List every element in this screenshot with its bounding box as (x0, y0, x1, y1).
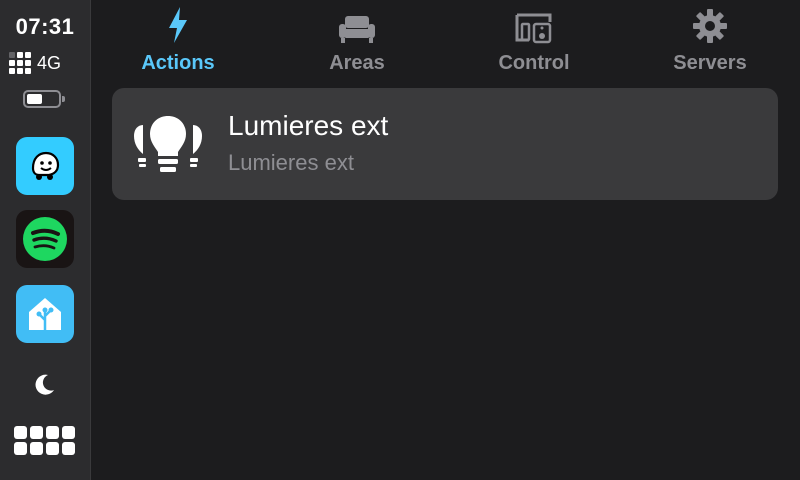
carplay-dock: 07:31 4G (0, 0, 91, 480)
tab-control[interactable]: Control (454, 0, 614, 82)
tab-servers[interactable]: Servers (630, 0, 790, 82)
action-item-lumieres-ext[interactable]: Lumieres ext Lumieres ext (112, 88, 778, 200)
tab-label: Control (498, 52, 570, 74)
tab-label: Servers (673, 52, 747, 74)
waze-app-button[interactable] (16, 137, 74, 195)
moon-icon[interactable] (31, 370, 59, 398)
tab-areas[interactable]: Areas (277, 0, 437, 82)
tab-label: Actions (141, 52, 215, 74)
sofa-icon (339, 16, 375, 43)
waze-icon (31, 151, 60, 180)
home-assistant-app-button[interactable] (16, 285, 74, 343)
action-subtitle: Lumieres ext (228, 150, 354, 175)
devices-icon (515, 13, 552, 44)
clock: 07:31 (15, 14, 75, 39)
lightning-icon (169, 7, 187, 43)
gear-icon (693, 9, 727, 43)
signal-strength-icon (9, 52, 31, 74)
action-title: Lumieres ext (228, 110, 389, 141)
lightbulb-group-icon (134, 116, 202, 172)
spotify-icon (23, 217, 67, 261)
signal-status: 4G (9, 52, 85, 74)
spotify-app-button[interactable] (16, 210, 74, 268)
tab-label: Areas (329, 52, 385, 74)
battery-icon (23, 90, 65, 108)
app-grid-icon[interactable] (14, 426, 76, 458)
tab-actions[interactable]: Actions (98, 0, 258, 82)
network-type: 4G (37, 52, 62, 73)
home-assistant-icon (29, 298, 61, 330)
